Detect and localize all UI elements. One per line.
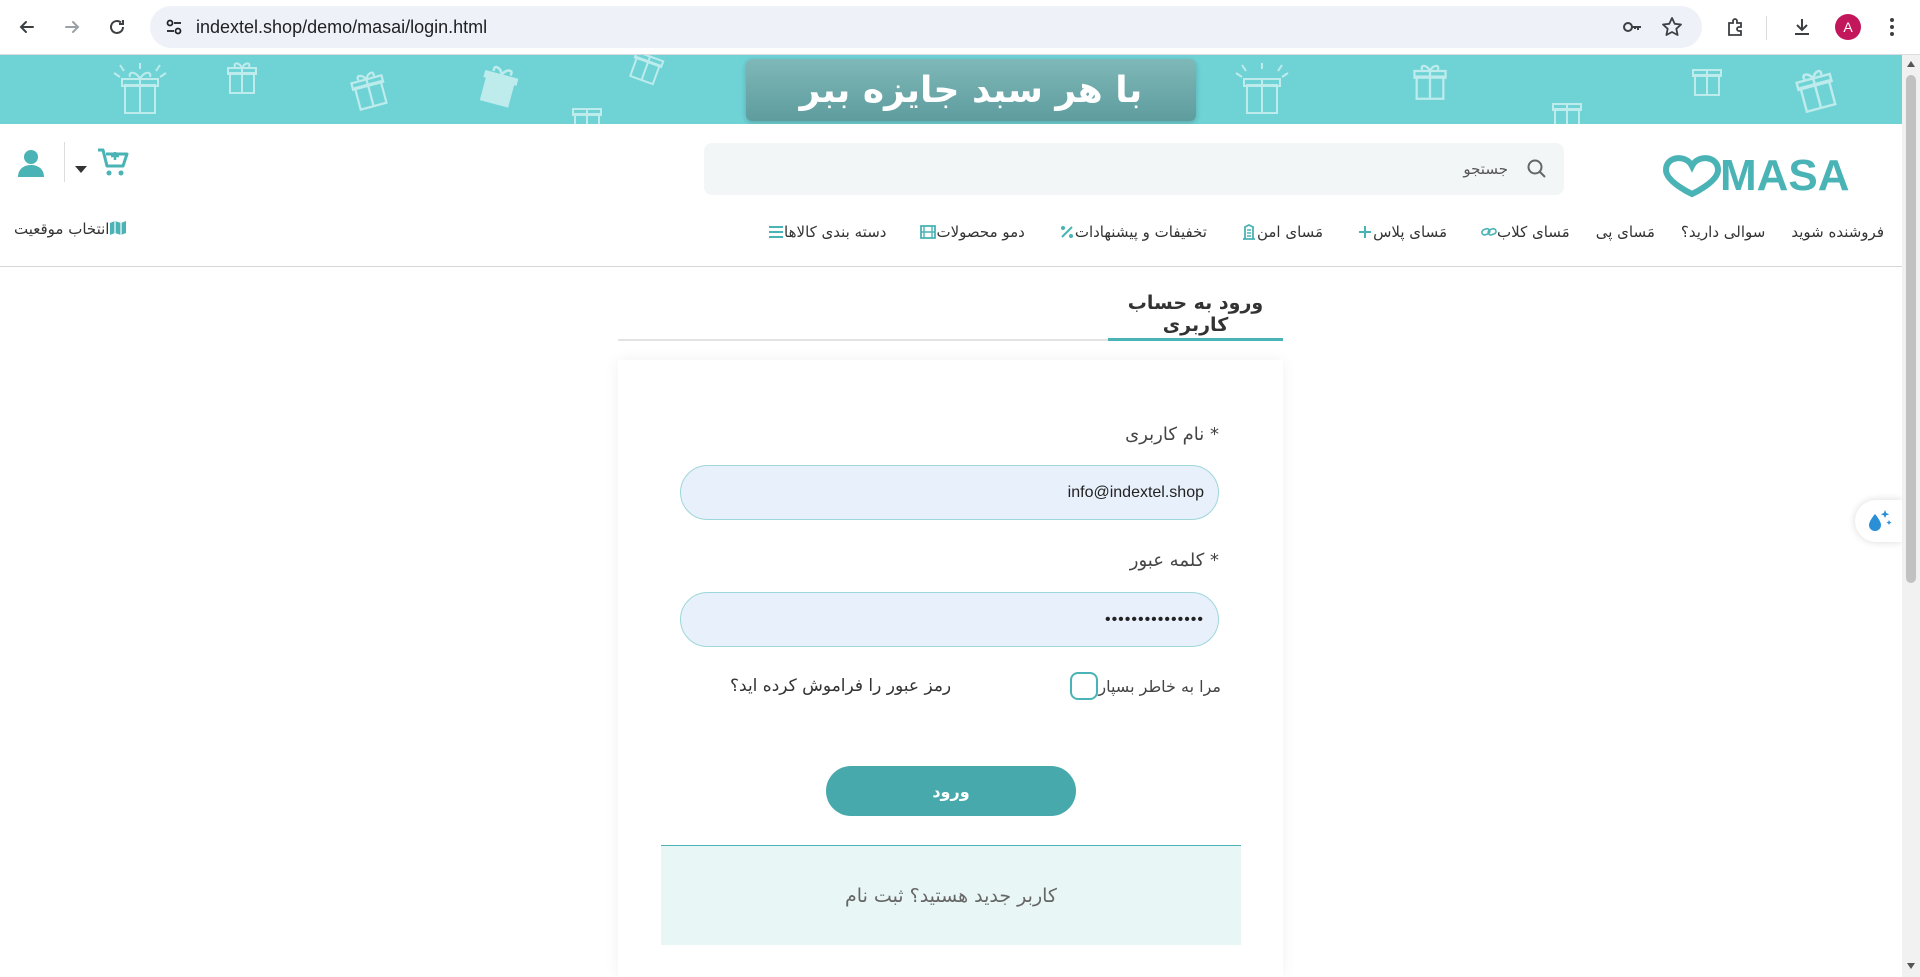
menu-lines-icon — [768, 224, 784, 240]
percent-icon — [1059, 224, 1075, 240]
gift-icon — [1795, 69, 1837, 114]
menu-item-label: سوالی دارید؟ — [1680, 223, 1766, 241]
promo-card: با هر سبد جایزه ببر — [746, 59, 1196, 121]
login-button[interactable]: ورود — [826, 766, 1076, 816]
logo-text: MASAI — [1720, 151, 1850, 198]
extensions-button[interactable] — [1722, 13, 1750, 41]
remember-checkbox[interactable] — [1070, 672, 1099, 700]
film-icon — [920, 224, 937, 240]
puzzle-icon — [1728, 18, 1742, 36]
user-icon[interactable] — [16, 148, 46, 178]
bookmark-button[interactable] — [1660, 15, 1684, 39]
menu-item-masai-plus[interactable]: مَسای پلاس — [1349, 223, 1447, 241]
menu-item-categories[interactable]: دسته بندی کالاها — [760, 223, 886, 241]
gift-icon — [479, 65, 519, 108]
downloads-button[interactable] — [1788, 13, 1816, 41]
menu-item-masai-secure[interactable]: مَسای امن — [1233, 223, 1323, 241]
building-icon — [1241, 224, 1257, 240]
sparkle-drop-icon — [1868, 510, 1892, 531]
download-icon — [1795, 19, 1809, 35]
register-link[interactable]: کاربر جدید هستید؟ ثبت نام — [845, 885, 1057, 907]
gift-icon — [113, 63, 167, 114]
menu-item-label: فروشنده شوید — [1791, 223, 1884, 241]
site-header: MASAI دسته بندی کالاها دمو محصولات تخفیف… — [0, 124, 1902, 267]
main-menu: دسته بندی کالاها دمو محصولات تخفیفات و پ… — [734, 218, 1884, 246]
tune-icon — [166, 19, 182, 35]
site-info-button[interactable] — [160, 13, 188, 41]
remember-me[interactable]: مرا به خاطر بسپار — [1060, 672, 1221, 700]
gift-icon — [1413, 64, 1447, 100]
forward-button[interactable] — [55, 10, 89, 44]
arrow-right-icon — [65, 21, 80, 33]
scroll-up-arrow[interactable] — [1907, 61, 1915, 67]
menu-item-label: مَسای پی — [1595, 223, 1655, 241]
menu-item-label: دسته بندی کالاها — [784, 223, 887, 241]
link-icon — [1481, 224, 1497, 240]
reload-button[interactable] — [100, 10, 134, 44]
scroll-thumb[interactable] — [1906, 75, 1916, 583]
menu-item-discounts[interactable]: تخفیفات و پیشنهادات — [1051, 223, 1207, 241]
gift-icon — [572, 108, 602, 124]
profile-avatar[interactable]: A — [1835, 14, 1861, 40]
gift-icon — [350, 71, 388, 111]
promo-text: با هر سبد جایزه ببر — [799, 69, 1143, 111]
cart-icon[interactable] — [96, 146, 130, 178]
map-icon — [109, 220, 127, 238]
username-field[interactable] — [680, 465, 1219, 520]
menu-item-label: دمو محصولات — [936, 223, 1025, 241]
kebab-menu-icon — [1890, 18, 1894, 36]
register-box[interactable]: کاربر جدید هستید؟ ثبت نام — [661, 845, 1241, 945]
menu-item-label: مَسای کلاب — [1497, 223, 1570, 241]
header-divider — [64, 142, 65, 182]
forgot-password-link[interactable]: رمز عبور را فراموش کرده اید؟ — [730, 676, 951, 696]
menu-item-label: مَسای پلاس — [1373, 223, 1447, 241]
address-bar[interactable]: indextel.shop/demo/masai/login.html — [150, 6, 1702, 48]
page-scrollbar[interactable] — [1902, 55, 1920, 977]
gift-icon — [1552, 103, 1582, 124]
login-card: * نام کاربری * کلمه عبور مرا به خاطر بسپ… — [618, 360, 1283, 977]
key-icon — [1623, 22, 1641, 32]
menu-item-label: مَسای امن — [1256, 223, 1324, 241]
tab-active-indicator — [1108, 338, 1283, 341]
location-label: انتخاب موقعیت — [14, 220, 110, 238]
username-label: * نام کاربری — [1125, 424, 1219, 445]
reload-icon — [110, 19, 124, 34]
gift-icon — [1692, 69, 1722, 96]
url-text[interactable]: indextel.shop/demo/masai/login.html — [196, 17, 487, 38]
remember-label: مرا به خاطر بسپار — [1098, 676, 1221, 696]
search-input[interactable] — [808, 153, 1508, 185]
menu-item-masai-club[interactable]: مَسای کلاب — [1473, 223, 1570, 241]
toolbar-divider — [1766, 16, 1767, 40]
menu-item-label: تخفیفات و پیشنهادات — [1074, 223, 1207, 241]
plus-icon — [1357, 224, 1373, 240]
password-label: * کلمه عبور — [1129, 550, 1219, 571]
location-selector[interactable]: انتخاب موقعیت — [14, 220, 135, 238]
browser-menu-button[interactable] — [1878, 13, 1906, 41]
menu-item-masai-pay[interactable]: مَسای پی — [1596, 223, 1655, 241]
search-bar[interactable] — [704, 143, 1564, 195]
star-icon — [1662, 17, 1682, 36]
scroll-down-arrow[interactable] — [1907, 963, 1915, 969]
gift-icon — [227, 62, 257, 94]
password-key-button[interactable] — [1620, 15, 1644, 39]
cart-dropdown-caret[interactable] — [75, 166, 87, 173]
promo-banner[interactable]: با هر سبد جایزه ببر — [0, 55, 1902, 124]
gift-icon — [1235, 63, 1289, 114]
search-icon[interactable] — [1526, 158, 1548, 180]
floating-widget-button[interactable] — [1855, 500, 1902, 542]
gift-icon — [628, 55, 665, 86]
back-button[interactable] — [10, 10, 44, 44]
menu-item-become-seller[interactable]: فروشنده شوید — [1791, 223, 1884, 241]
password-field[interactable] — [680, 592, 1219, 647]
browser-toolbar: indextel.shop/demo/masai/login.html A — [0, 0, 1920, 55]
arrow-left-icon — [19, 21, 34, 33]
masai-logo[interactable]: MASAI — [1660, 142, 1850, 198]
menu-item-faq[interactable]: سوالی دارید؟ — [1681, 223, 1765, 241]
login-tab-title[interactable]: ورود به حساب کاربری — [1108, 292, 1283, 336]
menu-item-demo-products[interactable]: دمو محصولات — [912, 223, 1025, 241]
